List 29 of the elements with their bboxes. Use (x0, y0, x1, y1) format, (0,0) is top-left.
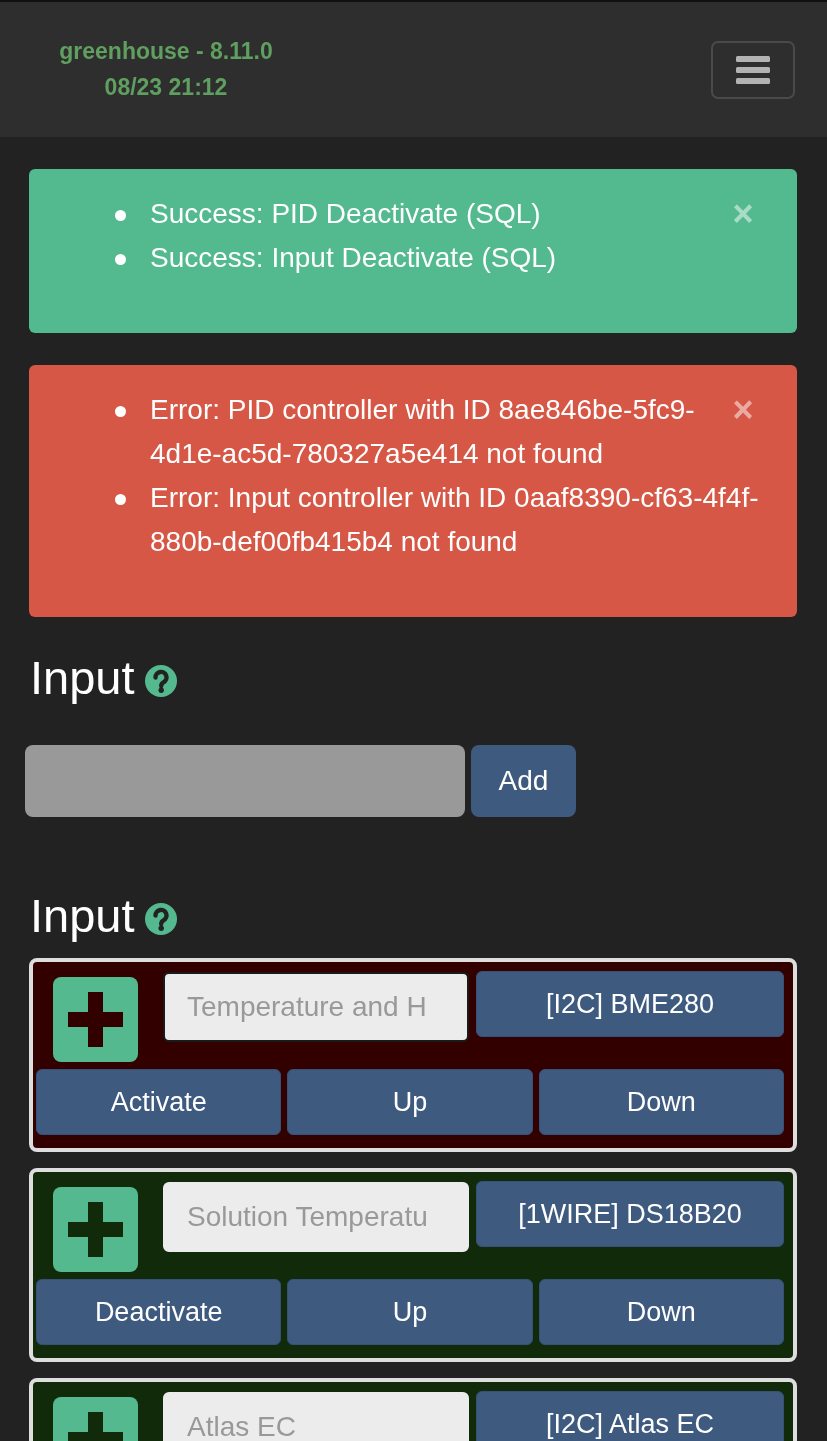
input-field[interactable] (25, 745, 465, 817)
down-button[interactable]: Down (538, 1279, 784, 1345)
menu-icon[interactable] (736, 55, 770, 84)
help-icon[interactable] (144, 903, 177, 935)
alert-message: Error: Input controller with ID 0aaf8390-cf63-4f4f-880b-def00fb415b4 not found (150, 482, 759, 557)
bullet-icon (115, 254, 126, 266)
section-heading: Input (30, 888, 135, 944)
alert-message: Error: PID controller with ID 8ae846be-5fc9-4d1e-ac5d-780327a5e414 not found (150, 394, 695, 469)
bullet-icon (115, 494, 126, 506)
app-title: greenhouse - 8.11.0 (59, 36, 273, 66)
menu-button[interactable] (711, 40, 795, 99)
bullet-icon (115, 210, 126, 222)
plus-icon[interactable] (53, 1187, 138, 1272)
toggle-button[interactable]: Deactivate (36, 1279, 282, 1345)
up-button[interactable]: Up (287, 1069, 533, 1135)
device-button[interactable]: [1WIRE] DS18B20 (476, 1181, 784, 1247)
up-button[interactable]: Up (287, 1279, 533, 1345)
section-heading: Input (30, 650, 135, 706)
bullet-icon (115, 406, 126, 418)
plus-icon[interactable] (53, 977, 138, 1062)
add-button[interactable]: Add (471, 745, 576, 817)
device-button[interactable]: [I2C] Atlas EC (476, 1391, 784, 1441)
alert-message: Success: PID Deactivate (SQL) (150, 198, 541, 229)
down-button[interactable]: Down (538, 1069, 784, 1135)
toggle-button[interactable]: Activate (36, 1069, 282, 1135)
device-button[interactable]: [I2C] BME280 (476, 971, 784, 1037)
alert-message: Success: Input Deactivate (SQL) (150, 242, 557, 273)
help-icon[interactable] (144, 665, 177, 697)
date-time: 08/23 21:12 (104, 72, 228, 102)
